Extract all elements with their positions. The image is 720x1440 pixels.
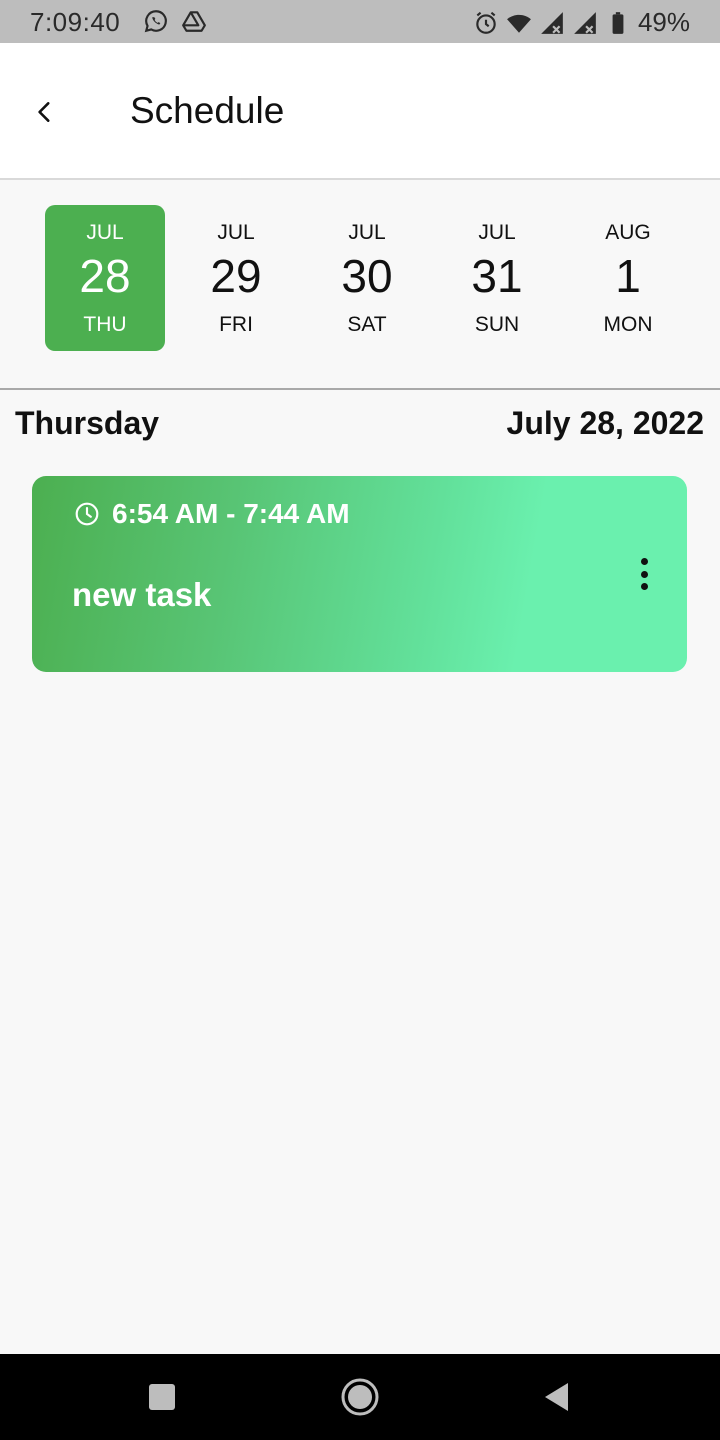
date-weekday: MON xyxy=(603,313,653,336)
more-options-button[interactable] xyxy=(631,556,657,592)
status-bar: 7:09:40 49% xyxy=(0,0,720,43)
date-weekday: FRI xyxy=(219,313,253,336)
date-day: 30 xyxy=(341,250,393,302)
date-month: JUL xyxy=(348,221,386,244)
selected-full-date: July 28, 2022 xyxy=(506,405,704,441)
page-title: Schedule xyxy=(130,90,285,131)
back-button[interactable] xyxy=(22,89,68,135)
date-weekday: SUN xyxy=(474,313,520,336)
date-month: JUL xyxy=(217,221,255,244)
menu-dot xyxy=(640,583,648,590)
app-bar: Schedule xyxy=(0,43,720,180)
signal-icon xyxy=(574,11,596,34)
date-day: 29 xyxy=(210,250,262,302)
date-item-jul-31[interactable]: JUL 31 SUN xyxy=(437,205,557,351)
home-button[interactable] xyxy=(337,1374,383,1420)
menu-dot xyxy=(640,570,648,578)
status-time: 7:09:40 xyxy=(30,7,121,37)
status-notification-icons xyxy=(143,8,207,34)
date-item-aug-1[interactable]: AUG 1 MON xyxy=(568,205,688,351)
date-weekday: SAT xyxy=(347,313,387,336)
date-month: JUL xyxy=(86,221,124,244)
date-month: AUG xyxy=(605,221,651,244)
date-strip: JUL 28 THU JUL 29 FRI JUL 30 SAT JUL 31 … xyxy=(0,182,720,390)
date-day: 1 xyxy=(615,250,641,302)
date-item-jul-30[interactable]: JUL 30 SAT xyxy=(307,205,427,351)
nav-back-button[interactable] xyxy=(534,1374,580,1420)
task-title: new task xyxy=(72,576,212,613)
status-system-icons: 49% xyxy=(473,7,690,38)
back-icon xyxy=(545,1383,568,1411)
system-navigation-bar xyxy=(0,1354,720,1440)
recents-button[interactable] xyxy=(139,1374,185,1420)
date-item-jul-28[interactable]: JUL 28 THU xyxy=(45,205,165,351)
chevron-left-icon xyxy=(38,102,50,122)
clock-icon xyxy=(75,502,99,526)
date-month: JUL xyxy=(478,221,516,244)
battery-percentage: 49% xyxy=(637,7,690,37)
task-card[interactable]: 6:54 AM - 7:44 AM new task xyxy=(32,476,687,672)
signal-icon xyxy=(541,11,563,34)
whatsapp-icon xyxy=(144,10,167,33)
date-day: 31 xyxy=(471,250,523,302)
date-item-jul-29[interactable]: JUL 29 FRI xyxy=(176,205,296,351)
recents-icon xyxy=(149,1384,175,1410)
drive-icon xyxy=(182,11,206,32)
task-time-row: 6:54 AM - 7:44 AM xyxy=(74,498,350,530)
menu-dot xyxy=(640,558,648,565)
date-day: 28 xyxy=(79,250,131,302)
date-weekday: THU xyxy=(83,313,127,336)
battery-icon xyxy=(612,11,624,34)
alarm-icon xyxy=(476,11,496,34)
selected-weekday: Thursday xyxy=(15,405,160,441)
wifi-icon xyxy=(507,14,531,33)
task-time: 6:54 AM - 7:44 AM xyxy=(112,498,350,529)
home-icon xyxy=(341,1378,379,1416)
